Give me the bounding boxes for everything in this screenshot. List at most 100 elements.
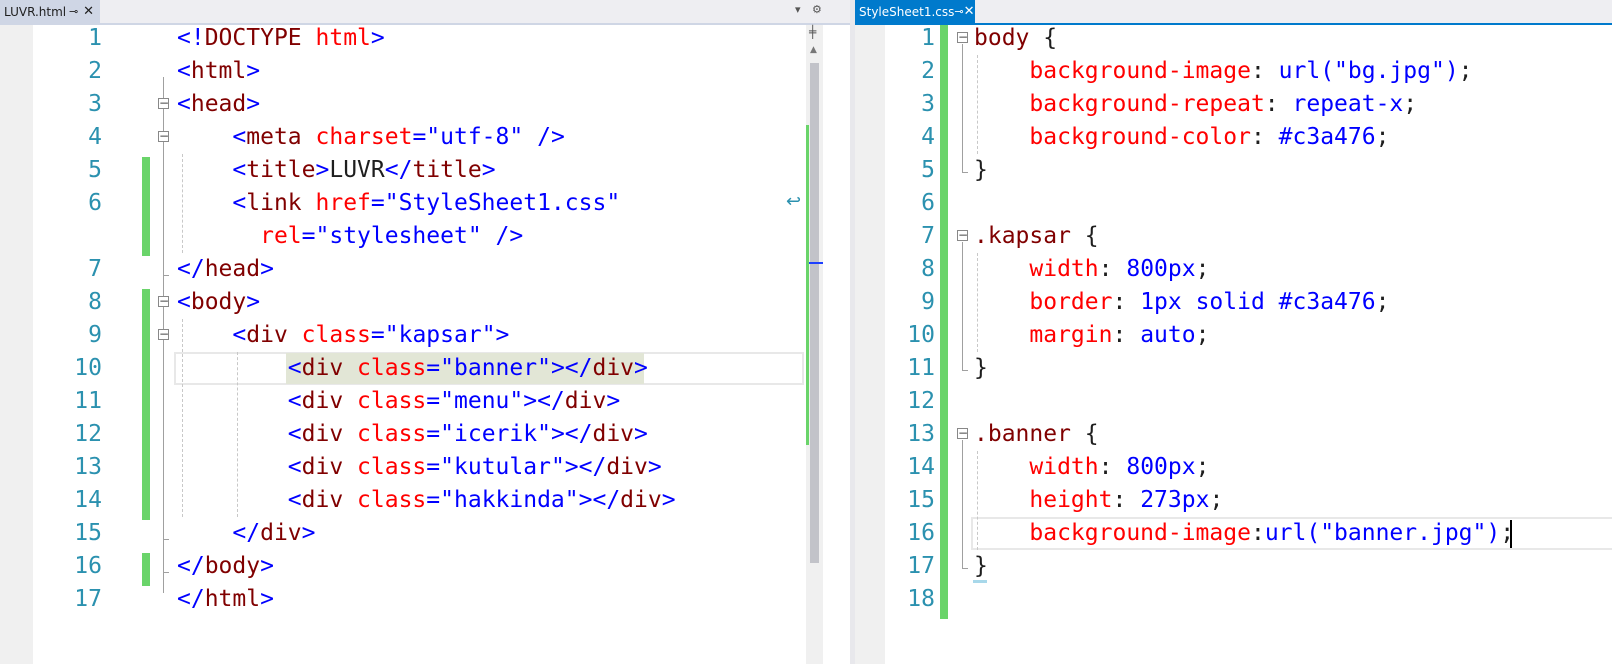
line-number: 4 [88, 124, 102, 150]
code-token: ; [1209, 487, 1224, 513]
code-line[interactable]: width: 800px; [974, 253, 1209, 286]
code-token: > [606, 388, 621, 414]
code-line[interactable]: <body> [177, 286, 260, 319]
code-line[interactable]: body { [974, 22, 1057, 55]
code-token: height [1029, 487, 1113, 513]
code-line[interactable]: } [974, 550, 988, 583]
code-line[interactable]: .banner { [974, 418, 1099, 451]
dropdown-icon[interactable]: ▾ [795, 3, 801, 16]
code-token: " [606, 190, 621, 216]
code-line[interactable]: background-image:url("banner.jpg"); [974, 517, 1514, 550]
collapse-icon[interactable]: − [158, 295, 169, 307]
split-icon[interactable]: ╪ [809, 25, 816, 39]
collapse-icon[interactable]: − [158, 130, 169, 142]
code-line[interactable]: background-image: url("bg.jpg"); [974, 55, 1472, 88]
code-token: < [177, 289, 191, 315]
code-token: kapsar [398, 322, 482, 348]
code-token: meta [246, 124, 302, 150]
code-token: head [204, 256, 261, 282]
code-token: class [357, 388, 427, 414]
code-token: html [315, 25, 371, 51]
change-bar [142, 289, 150, 520]
code-line[interactable]: <title>LUVR</title> [177, 154, 495, 187]
code-line[interactable]: <!DOCTYPE html> [177, 22, 385, 55]
code-line[interactable]: <div class="hakkinda"></div> [177, 484, 676, 517]
code-line[interactable]: </body> [177, 550, 274, 583]
code-line[interactable]: margin: auto; [974, 319, 1209, 352]
code-token: menu [454, 388, 510, 414]
collapse-icon[interactable]: − [957, 229, 968, 241]
scrollbar-thumb[interactable] [810, 63, 819, 563]
collapse-icon[interactable]: − [158, 328, 169, 340]
code-token: width [1029, 454, 1099, 480]
code-line[interactable]: </div> [177, 517, 315, 550]
code-token: < [177, 91, 191, 117]
code-line[interactable]: } [974, 352, 988, 385]
line-number: 1 [921, 25, 935, 51]
code-line[interactable]: .kapsar { [974, 220, 1099, 253]
code-line[interactable]: background-repeat: repeat-x; [974, 88, 1417, 121]
code-token: 800px [1126, 454, 1196, 480]
html-code-editor[interactable]: − − − − ↩ 1 <!DOCTYPE html> 2 <html> 3 <head> 4 <me… [0, 25, 850, 664]
css-code-editor[interactable]: − − −1 body {2 background-image: url("bg.jp… [855, 25, 1612, 664]
collapse-icon[interactable]: − [158, 97, 169, 109]
code-token: ; [1195, 256, 1210, 282]
code-line[interactable]: <div class="banner"></div> [177, 352, 648, 385]
code-token: div [564, 388, 607, 414]
code-token: =" [426, 355, 454, 381]
code-line[interactable]: <html> [177, 55, 260, 88]
code-line[interactable]: <link href="StyleSheet1.css" [177, 187, 620, 220]
code-line[interactable]: rel="stylesheet" /> [177, 220, 523, 253]
close-icon[interactable]: ✕ [964, 4, 975, 19]
collapse-icon[interactable]: − [957, 427, 968, 439]
outline-line [962, 44, 963, 172]
code-token: background-image [1029, 520, 1251, 546]
code-token: > [246, 58, 261, 84]
code-line[interactable]: border: 1px solid #c3a476; [974, 286, 1389, 319]
code-token: kutular [454, 454, 551, 480]
code-token: > [634, 355, 648, 381]
scroll-up-icon[interactable]: ▲ [810, 45, 817, 55]
code-line[interactable]: } [974, 154, 988, 187]
close-icon[interactable]: ✕ [81, 4, 96, 19]
code-token: <! [177, 25, 205, 51]
code-line[interactable]: <div class="menu"></div> [177, 385, 620, 418]
code-line[interactable]: <div class="icerik"></div> [177, 418, 648, 451]
tab-luvr-html[interactable]: LUVR.html ⊸ ✕ [0, 0, 100, 23]
line-number: 13 [907, 421, 935, 447]
code-line[interactable]: </head> [177, 253, 274, 286]
code-token: </ [177, 553, 205, 579]
code-line[interactable]: <meta charset="utf-8" /> [177, 121, 564, 154]
code-line[interactable]: background-color: #c3a476; [974, 121, 1389, 154]
code-token: class [357, 454, 427, 480]
code-token: =" [426, 421, 454, 447]
code-token: " [467, 223, 482, 249]
code-line[interactable]: height: 273px; [974, 484, 1223, 517]
code-line[interactable]: <div class="kutular"></div> [177, 451, 662, 484]
code-line[interactable]: <head> [177, 88, 260, 121]
vertical-scrollbar[interactable]: ╪ ▲ [806, 25, 823, 664]
code-token: utf-8 [440, 124, 510, 150]
css-editor-pane[interactable]: StyleSheet1.css ⊸ ✕ − − −1 body {2 backgrou… [855, 0, 1612, 664]
code-token: > [260, 586, 274, 612]
code-token: background-repeat [1029, 91, 1265, 117]
code-token: 800px [1126, 256, 1196, 282]
code-token: : [1264, 91, 1293, 117]
code-line[interactable]: </html> [177, 583, 274, 616]
tab-stylesheet1-css[interactable]: StyleSheet1.css ⊸ ✕ [855, 0, 975, 23]
line-number: 17 [74, 586, 102, 612]
gear-icon[interactable]: ⚙ [812, 3, 822, 16]
pin-icon[interactable]: ⊸ [66, 5, 81, 18]
html-editor-pane[interactable]: LUVR.html ⊸ ✕ ▾ ⚙ − − − − ↩ 1 <!DOCTYPE html> 2… [0, 0, 850, 664]
line-number: 15 [907, 487, 935, 513]
pin-icon[interactable]: ⊸ [954, 5, 963, 18]
code-line[interactable]: width: 800px; [974, 451, 1209, 484]
code-line[interactable]: <div class="kapsar"> [177, 319, 509, 352]
collapse-icon[interactable]: − [957, 31, 968, 43]
code-token: link [246, 190, 302, 216]
